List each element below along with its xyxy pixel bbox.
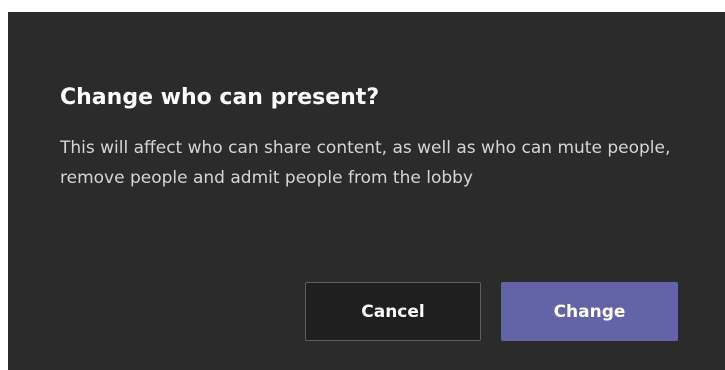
dialog-title: Change who can present? <box>60 85 380 110</box>
change-button[interactable]: Change <box>501 282 678 341</box>
change-presenter-dialog: Change who can present? This will affect… <box>8 12 725 370</box>
cancel-button[interactable]: Cancel <box>305 282 481 341</box>
dialog-message: This will affect who can share content, … <box>60 138 671 188</box>
